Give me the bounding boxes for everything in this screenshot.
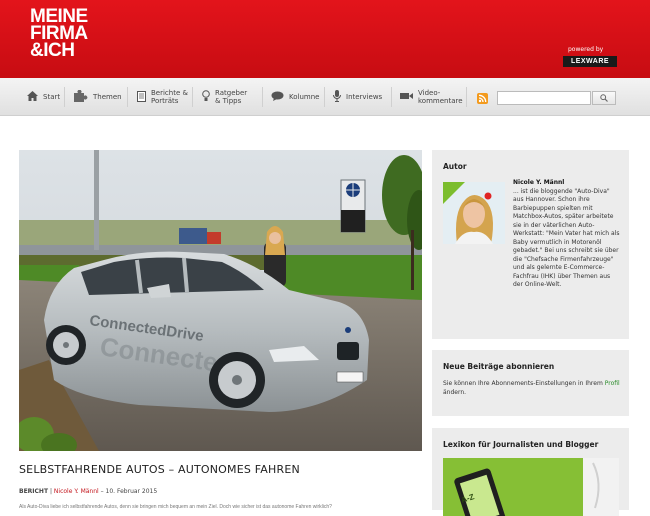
nav-item-label: Video-kommentare bbox=[418, 89, 463, 105]
subscribe-text-before: Sie können Ihre Abonnements-Einstellunge… bbox=[443, 380, 603, 387]
nav-divider bbox=[64, 87, 65, 107]
lexikon-box: Lexikon für Journalisten und Blogger A-Z bbox=[432, 428, 629, 516]
author-name[interactable]: Nicole Y. Männl bbox=[513, 179, 621, 188]
nav-item-label: Ratgeber & Tipps bbox=[215, 89, 248, 105]
author-box-heading: Autor bbox=[443, 162, 467, 171]
puzzle-icon bbox=[72, 89, 88, 104]
nav-item-start[interactable]: Start bbox=[27, 78, 60, 116]
byline-separator: | bbox=[49, 488, 52, 495]
microphone-icon bbox=[333, 90, 341, 104]
subscribe-box: Neue Beiträge abonnieren Sie können Ihre… bbox=[432, 350, 629, 416]
nav-divider bbox=[127, 87, 128, 107]
author-box: Autor Nicole Y. Männl ... ist die blogge… bbox=[432, 150, 629, 339]
speech-bubble-icon bbox=[271, 91, 284, 103]
search-button[interactable] bbox=[592, 91, 616, 105]
nav-item-berichte[interactable]: Berichte & Porträts bbox=[137, 78, 189, 116]
nav-divider bbox=[466, 87, 467, 107]
nav-divider bbox=[324, 87, 325, 107]
subscribe-box-heading: Neue Beiträge abonnieren bbox=[443, 362, 555, 371]
nav-item-themen[interactable]: Themen bbox=[72, 78, 122, 116]
subscribe-text: Sie können Ihre Abonnements-Einstellunge… bbox=[443, 379, 623, 397]
nav-divider bbox=[262, 87, 263, 107]
nav-item-label: Start bbox=[43, 93, 61, 101]
article-hero-image[interactable]: ConnectedDrive Connecte bbox=[19, 150, 422, 451]
nav-item-label: Kolumne bbox=[289, 93, 320, 101]
lightbulb-icon bbox=[202, 90, 210, 104]
author-bio: ... ist die bloggende "Auto-Diva" aus Ha… bbox=[513, 187, 620, 289]
search-icon bbox=[600, 89, 608, 107]
lexikon-image[interactable]: A-Z bbox=[443, 458, 619, 516]
article-teaser: Als Auto-Diva liebe ich selbstfahrende A… bbox=[19, 504, 332, 510]
author-avatar[interactable] bbox=[443, 182, 505, 244]
nav-item-ratgeber[interactable]: Ratgeber & Tipps bbox=[202, 78, 253, 116]
nav-divider bbox=[192, 87, 193, 107]
logo-line-3: &ICH bbox=[30, 40, 75, 61]
article-byline: BERICHT | Nicole Y. Männl – 10. Februar … bbox=[19, 488, 157, 495]
rss-icon[interactable] bbox=[477, 91, 488, 109]
document-icon bbox=[137, 90, 146, 104]
nav-item-videokommentare[interactable]: Video-kommentare bbox=[400, 78, 463, 116]
nav-item-kolumne[interactable]: Kolumne bbox=[271, 78, 319, 116]
profile-link[interactable]: Profil bbox=[605, 380, 620, 387]
lexikon-box-heading: Lexikon für Journalisten und Blogger bbox=[443, 440, 599, 449]
author-bio-block: Nicole Y. Männl ... ist die bloggende "A… bbox=[513, 179, 621, 290]
article-date: – 10. Februar 2015 bbox=[100, 488, 158, 495]
nav-item-label: Berichte & Porträts bbox=[151, 89, 188, 105]
lexware-logo[interactable]: LEXWARE bbox=[563, 56, 617, 67]
site-header: MEINE FIRMA &ICH powered by LEXWARE bbox=[0, 0, 650, 78]
home-icon bbox=[27, 91, 38, 103]
search-input[interactable] bbox=[497, 91, 591, 105]
article-category[interactable]: BERICHT bbox=[19, 488, 48, 495]
nav-item-label: Interviews bbox=[346, 93, 383, 101]
powered-by-label: powered by bbox=[568, 46, 604, 53]
article-title[interactable]: SELBSTFAHRENDE AUTOS – AUTONOMES FAHREN bbox=[19, 463, 300, 476]
video-camera-icon bbox=[400, 92, 413, 102]
subscribe-text-after: ändern. bbox=[443, 389, 467, 396]
nav-divider bbox=[391, 87, 392, 107]
article-author-link[interactable]: Nicole Y. Männl bbox=[54, 488, 99, 495]
site-logo[interactable]: MEINE FIRMA &ICH bbox=[30, 7, 88, 61]
nav-item-interviews[interactable]: Interviews bbox=[333, 78, 382, 116]
nav-item-label: Themen bbox=[93, 93, 122, 101]
